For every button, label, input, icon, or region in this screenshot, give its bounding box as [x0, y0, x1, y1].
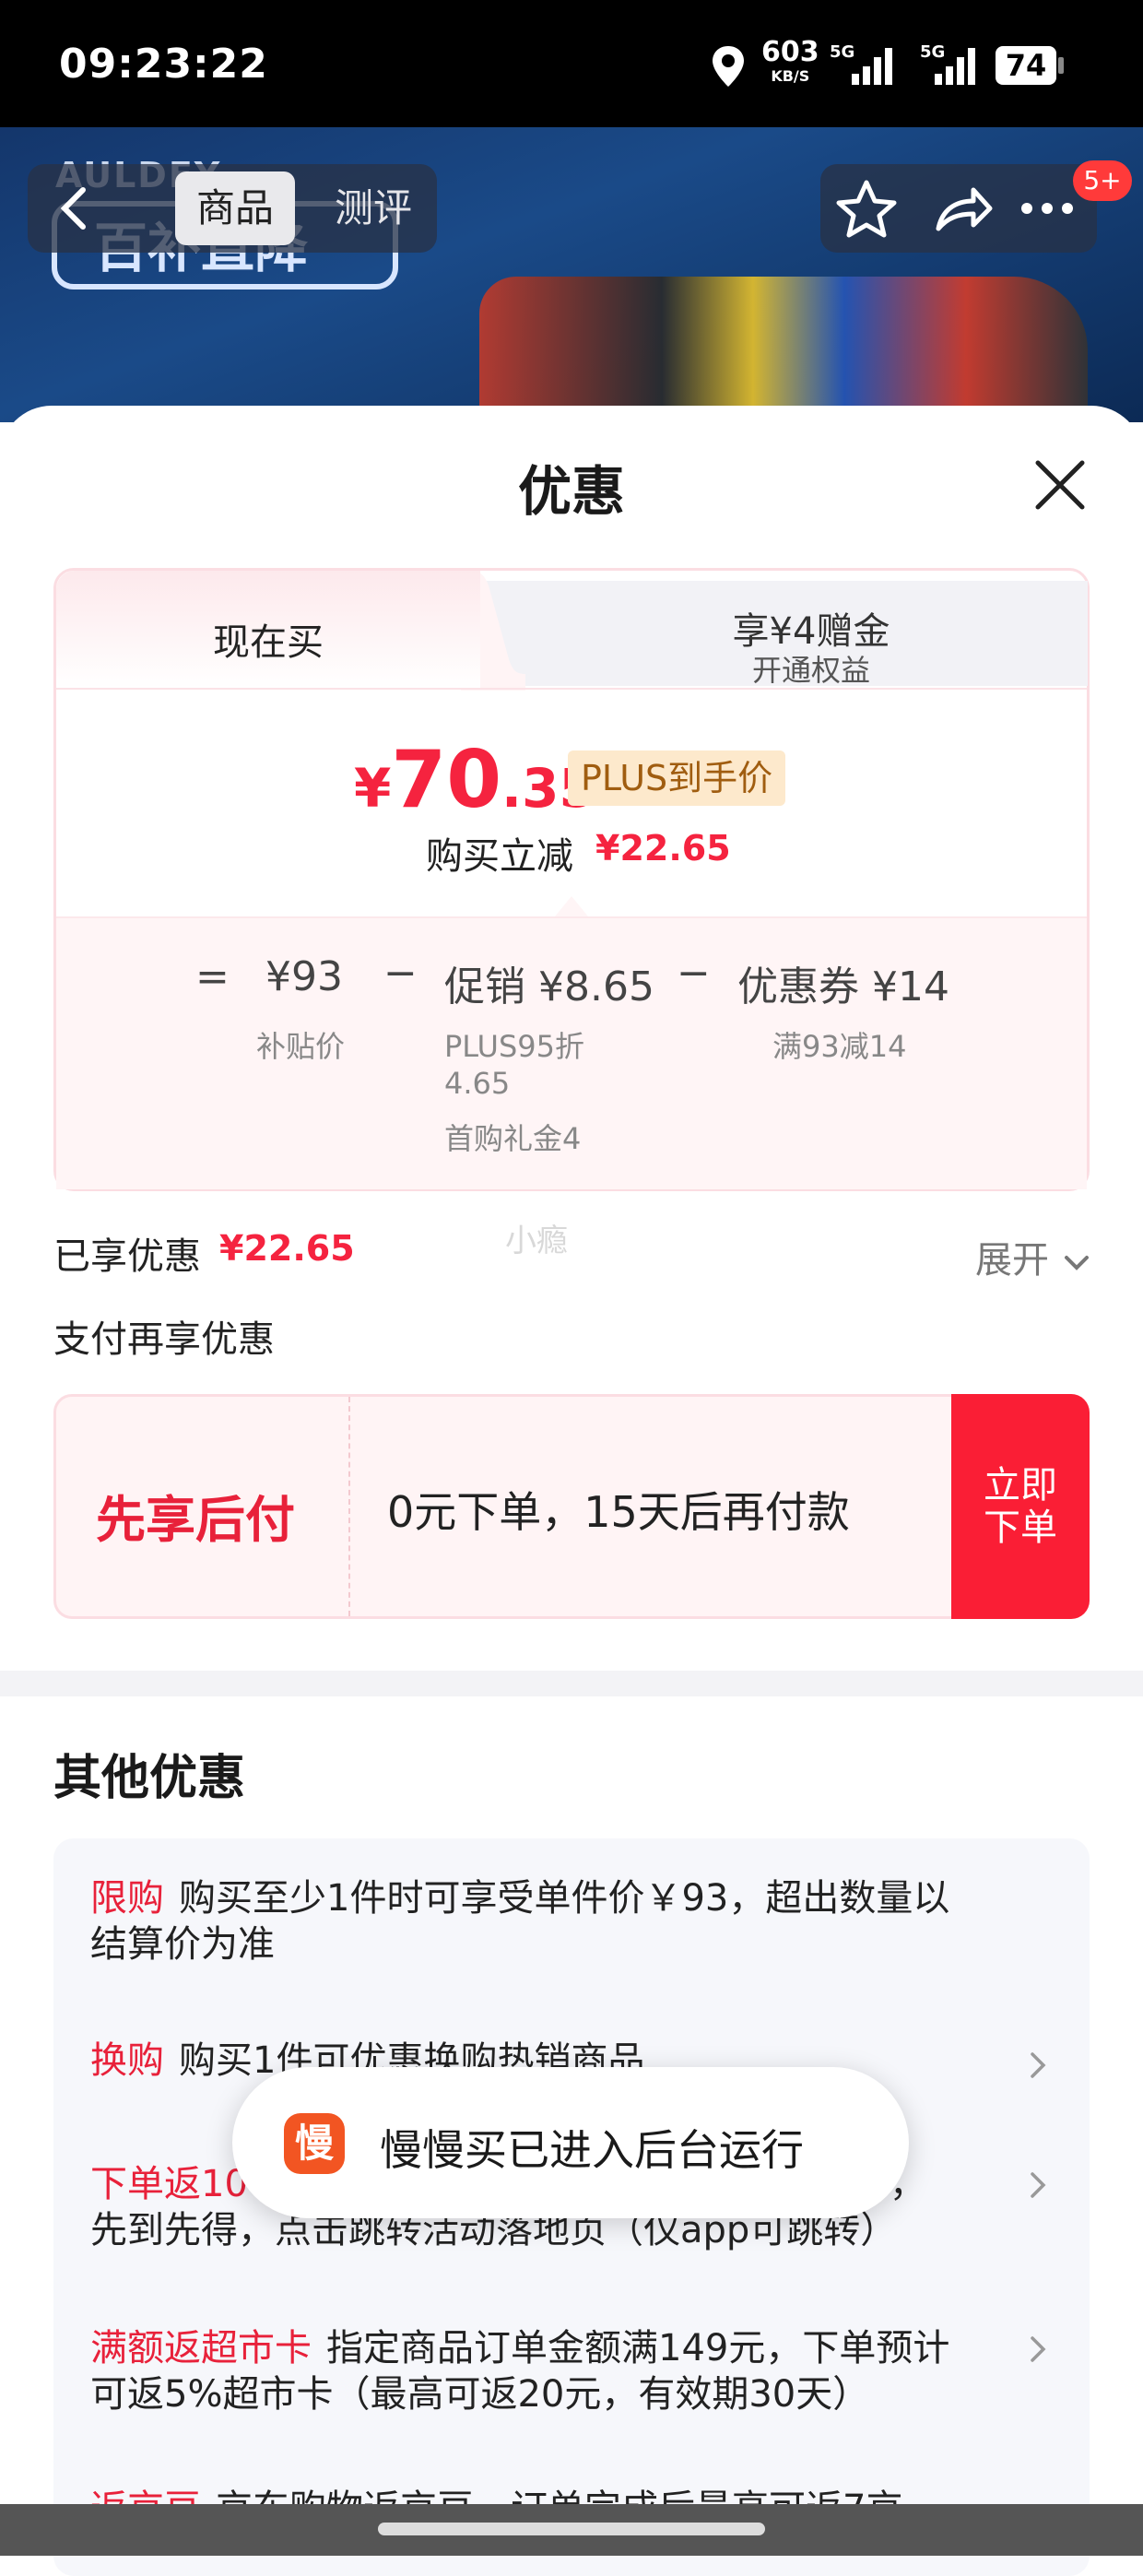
enjoyed-discount-label: 已享优惠	[53, 1235, 201, 1278]
location-icon	[713, 46, 744, 87]
minus-sign-2: −	[677, 950, 711, 997]
network-speed: 603 KB/S	[761, 39, 819, 89]
list-item-text: 购买至少1件时可享受单件价￥93，超出数量以	[179, 1877, 950, 1920]
net-speed-value: 603	[761, 36, 819, 68]
order-now-line2: 下单	[984, 1507, 1057, 1549]
tab-divider	[56, 688, 1087, 690]
list-item-text: 指定商品订单金额满149元，下单预计	[326, 2327, 950, 2369]
minus-sign-1: −	[383, 950, 418, 997]
close-icon	[1035, 460, 1085, 510]
order-now-button[interactable]: 立即 下单	[951, 1394, 1090, 1619]
section-gap	[0, 1671, 1143, 1696]
plus-price-tag: PLUS到手价	[568, 750, 786, 806]
toast-message: 慢慢买已进入后台运行	[380, 2125, 804, 2175]
tab-plus-subtitle: 开通权益	[751, 653, 870, 688]
tab-buy-now[interactable]: 现在买	[56, 612, 480, 666]
list-item-tag: 限购	[90, 1877, 164, 1920]
list-item-tag: 下单返10	[90, 2163, 248, 2205]
price-integer: 70	[391, 734, 502, 826]
instant-discount-label: 购买立减	[426, 835, 573, 878]
coupon-discount: 优惠券 ¥14	[737, 963, 949, 1010]
list-item-text-2: 结算价为准	[90, 1923, 275, 1966]
product-image	[479, 277, 1088, 424]
enjoyed-discount-value: ¥22.65	[219, 1228, 355, 1269]
status-clock: 09:23:22	[59, 41, 268, 88]
promo-discount: 促销 ¥8.65	[444, 963, 654, 1010]
chevron-right-icon	[1031, 2336, 1046, 2362]
pay-later-title: 先享后付	[96, 1491, 295, 1549]
sheet-title: 优惠	[517, 460, 625, 523]
breakdown-caret	[555, 896, 588, 916]
list-item-text-2: 可返5%超市卡（最高可返20元，有效期30天）	[90, 2373, 870, 2416]
close-button[interactable]	[1031, 455, 1090, 514]
other-discounts-title: 其他优惠	[53, 1751, 246, 1806]
watermark-text: 小瘾	[505, 1223, 568, 1259]
app-icon: 慢	[284, 2113, 345, 2174]
promo-detail-2: 4.65	[444, 1066, 511, 1101]
back-button[interactable]	[28, 164, 124, 253]
pay-later-divider	[348, 1397, 350, 1616]
tab-goods[interactable]: 商品	[175, 171, 295, 245]
battery-indicator: 74	[996, 46, 1056, 85]
share-button[interactable]	[914, 164, 1007, 253]
share-icon	[936, 187, 993, 231]
pay-more-discount-title: 支付再享优惠	[53, 1318, 275, 1361]
price-currency: ¥	[354, 757, 392, 820]
list-item-tag: 满额返超市卡	[90, 2327, 312, 2369]
base-price-label: 补贴价	[256, 1029, 346, 1064]
expand-button[interactable]: 展开	[975, 1230, 1092, 1283]
promo-detail-3: 首购礼金4	[444, 1121, 582, 1156]
star-icon	[836, 180, 897, 238]
list-item[interactable]: 满额返超市卡 指定商品订单金额满149元，下单预计 可返5%超市卡（最高可返20元…	[90, 2325, 994, 2417]
favorite-button[interactable]	[820, 164, 913, 253]
instant-discount-value: ¥22.65	[595, 828, 731, 869]
final-price: ¥70.35	[354, 734, 596, 826]
chevron-left-icon	[60, 187, 86, 230]
list-item-tag: 换购	[90, 2039, 164, 2082]
equals-sign: =	[195, 953, 230, 1000]
chevron-right-icon	[1031, 2052, 1046, 2078]
chevron-right-icon	[1031, 2172, 1046, 2198]
list-item: 限购 购买至少1件时可享受单件价￥93，超出数量以 结算价为准	[90, 1875, 994, 1967]
expand-label: 展开	[975, 1239, 1049, 1282]
tab-review[interactable]: 测评	[313, 171, 433, 245]
pay-later-description: 0元下单，15天后再付款	[387, 1487, 850, 1537]
home-indicator[interactable]	[378, 2523, 765, 2535]
signal-2-icon	[935, 48, 975, 85]
chevron-down-icon	[1064, 1256, 1089, 1270]
base-price: ¥93	[265, 953, 343, 1000]
notification-badge: 5+	[1073, 160, 1132, 201]
signal-1-icon	[852, 48, 892, 85]
battery-tip	[1058, 57, 1064, 74]
order-now-line1: 立即	[984, 1464, 1057, 1507]
coupon-detail: 满93减14	[772, 1029, 907, 1064]
promo-detail-1: PLUS95折	[444, 1029, 584, 1064]
